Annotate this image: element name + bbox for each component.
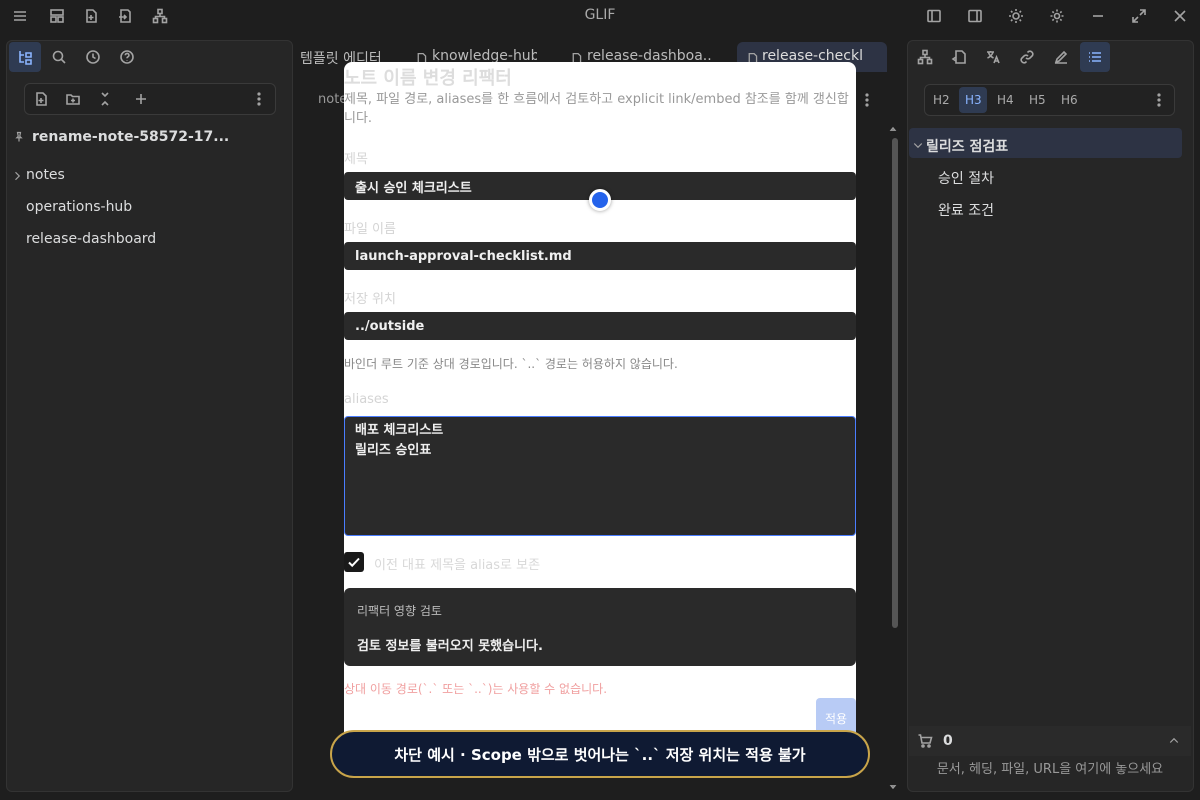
blocked-example-banner: 차단 예시 · Scope 밖으로 벗어나는 `..` 저장 위치는 적용 불가 bbox=[330, 730, 870, 778]
chevron-up-icon[interactable] bbox=[1164, 731, 1184, 751]
graph-icon[interactable] bbox=[915, 47, 935, 67]
drop-placeholder[interactable]: 문서, 헤딩, 파일, URL을 여기에 놓으세요 bbox=[909, 758, 1191, 777]
modal-description: 제목, 파일 경로, aliases를 한 흐름에서 검토하고 explicit… bbox=[344, 92, 849, 126]
keep-alias-checkbox[interactable] bbox=[344, 552, 364, 572]
add-icon[interactable] bbox=[131, 89, 151, 109]
left-sidebar bbox=[6, 40, 293, 792]
outline-list-icon[interactable] bbox=[1085, 47, 1105, 67]
history-clock-icon[interactable] bbox=[83, 47, 103, 67]
help-icon[interactable] bbox=[117, 47, 137, 67]
location-input[interactable] bbox=[344, 312, 856, 340]
tree-item-folder[interactable]: notes bbox=[26, 167, 65, 183]
graph-icon[interactable] bbox=[150, 6, 170, 26]
review-message: 검토 정보를 불러오지 못했습니다. bbox=[357, 639, 543, 654]
keep-alias-label: 이전 대표 제목을 alias로 보존 bbox=[374, 558, 541, 573]
vault-name[interactable]: rename-note-58572-17... bbox=[32, 129, 229, 145]
title-label: 제목 bbox=[344, 152, 368, 167]
edit-icon[interactable] bbox=[1051, 47, 1071, 67]
import-icon[interactable] bbox=[115, 6, 135, 26]
cart-count: 0 bbox=[943, 733, 953, 749]
toggle-left-sidebar-icon[interactable] bbox=[924, 6, 944, 26]
refactor-review-box: 리팩터 영향 검토 검토 정보를 불러오지 못했습니다. bbox=[344, 588, 856, 666]
tree-item[interactable]: operations-hub bbox=[26, 199, 132, 215]
new-note-icon[interactable] bbox=[81, 6, 101, 26]
maximize-icon[interactable] bbox=[1129, 6, 1149, 26]
close-icon[interactable] bbox=[1170, 6, 1190, 26]
layout-icon[interactable] bbox=[47, 6, 67, 26]
outline-more-icon[interactable] bbox=[1149, 90, 1169, 110]
outline-item[interactable]: 완료 조건 bbox=[938, 200, 994, 220]
toggle-right-sidebar-icon[interactable] bbox=[965, 6, 985, 26]
error-message: 상대 이동 경로(`.` 또는 `..`)는 사용할 수 없습니다. bbox=[344, 682, 608, 696]
more-options-icon[interactable] bbox=[249, 89, 269, 109]
file-tree-icon[interactable] bbox=[15, 47, 35, 67]
filename-label: 파일 이름 bbox=[344, 222, 396, 237]
search-icon[interactable] bbox=[49, 47, 69, 67]
editor-text-fragment: note bbox=[318, 92, 348, 107]
heading-h5[interactable]: H5 bbox=[1029, 93, 1046, 107]
heading-h6[interactable]: H6 bbox=[1061, 93, 1078, 107]
collapse-all-icon[interactable] bbox=[95, 89, 115, 109]
tree-item[interactable]: release-dashboard bbox=[26, 231, 156, 247]
outline-item[interactable]: 승인 절차 bbox=[938, 168, 994, 188]
new-folder-icon[interactable] bbox=[63, 89, 83, 109]
outline-root[interactable]: 릴리즈 점검표 bbox=[926, 136, 1008, 156]
theme-sun-icon[interactable] bbox=[1006, 6, 1026, 26]
chevron-down-icon[interactable] bbox=[910, 135, 926, 155]
cursor-indicator bbox=[589, 189, 611, 211]
minimize-icon[interactable] bbox=[1088, 6, 1108, 26]
heading-h4[interactable]: H4 bbox=[997, 93, 1014, 107]
editor-more-icon[interactable] bbox=[857, 90, 877, 110]
cart-icon[interactable] bbox=[915, 731, 935, 751]
scrollbar[interactable] bbox=[892, 138, 898, 628]
heading-h3[interactable]: H3 bbox=[965, 93, 982, 107]
new-file-icon[interactable] bbox=[31, 89, 51, 109]
filename-input[interactable] bbox=[344, 242, 856, 270]
aliases-textarea[interactable]: 배포 체크리스트 릴리즈 승인표 bbox=[344, 416, 856, 536]
scroll-down-icon[interactable] bbox=[886, 782, 900, 792]
backlinks-icon[interactable] bbox=[949, 47, 969, 67]
translate-icon[interactable] bbox=[983, 47, 1003, 67]
menu-icon[interactable] bbox=[10, 6, 30, 26]
review-title: 리팩터 영향 검토 bbox=[357, 604, 442, 618]
aliases-label: aliases bbox=[344, 392, 389, 407]
scroll-up-icon[interactable] bbox=[886, 124, 900, 134]
chevron-right-icon[interactable] bbox=[9, 166, 25, 186]
heading-h2[interactable]: H2 bbox=[933, 93, 950, 107]
location-label: 저장 위치 bbox=[344, 292, 396, 307]
settings-gear-icon[interactable] bbox=[1047, 6, 1067, 26]
rename-refactor-modal: 노트 이름 변경 리팩터 제목, 파일 경로, aliases를 한 흐름에서 … bbox=[344, 62, 856, 752]
link-icon[interactable] bbox=[1017, 47, 1037, 67]
pin-icon bbox=[11, 128, 27, 146]
modal-title: 노트 이름 변경 리팩터 bbox=[344, 68, 512, 89]
checkmark-icon bbox=[348, 557, 360, 568]
location-hint: 바인더 루트 기준 상대 경로입니다. `..` 경로는 허용하지 않습니다. bbox=[344, 357, 678, 371]
